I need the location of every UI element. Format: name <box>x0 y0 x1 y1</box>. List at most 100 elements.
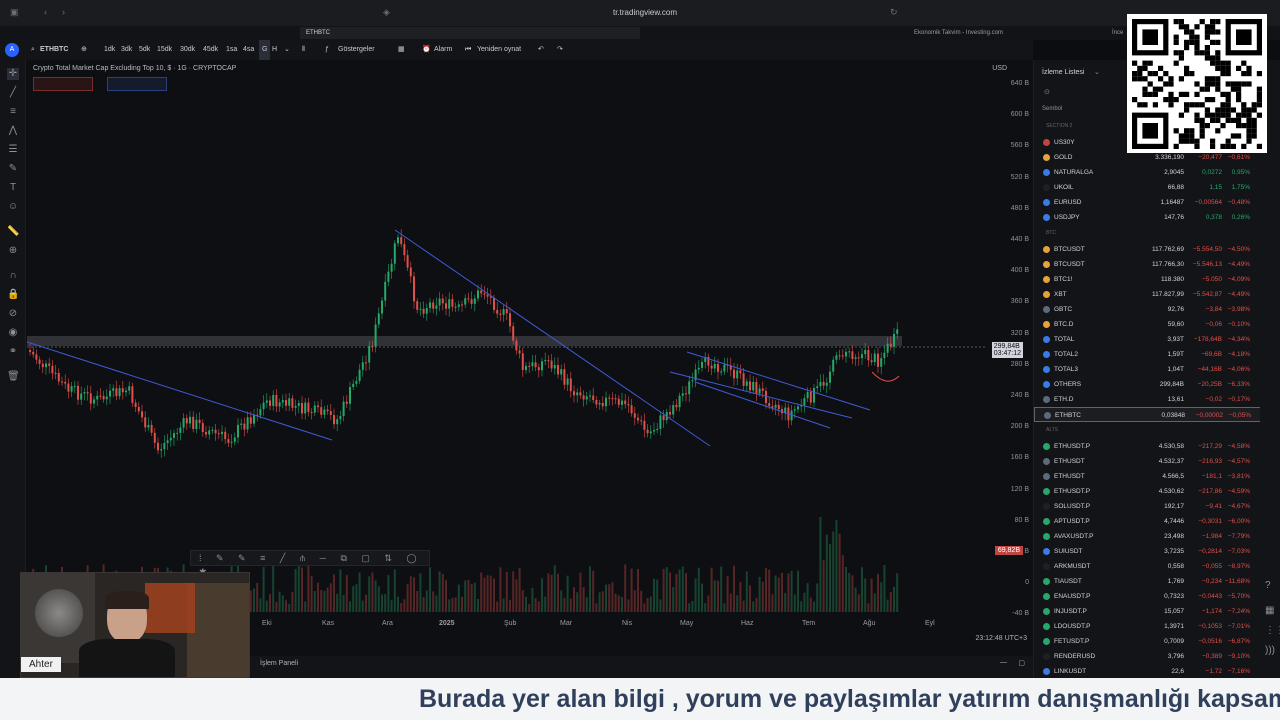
user-avatar[interactable]: A <box>5 43 19 57</box>
replay-button[interactable]: Yeniden oynat <box>477 40 521 60</box>
watchlist-row-ethusdt[interactable]: ETHUSDT 4.532,37 −216,93 −4,57% <box>1034 454 1261 469</box>
interval-1sa[interactable]: 1sa <box>226 40 237 60</box>
text-icon[interactable]: T <box>7 182 19 194</box>
watchlist-row-btc-d[interactable]: BTC.D 59,60 −0,06 −0,10% <box>1034 317 1261 332</box>
emoji-icon[interactable]: ☺ <box>7 201 19 213</box>
watchlist-options-icon[interactable]: ⊙ <box>1044 88 1050 96</box>
watchlist-row-ldousdt-p[interactable]: LDOUSDT.P 1,3971 −0,1053 −7,01% <box>1034 619 1261 634</box>
buy-box[interactable] <box>107 77 167 91</box>
symbol-label[interactable]: ETHBTC <box>40 40 68 60</box>
trading-panel-label[interactable]: İşlem Paneli <box>260 660 298 667</box>
minimize-icon[interactable]: — <box>1000 659 1007 666</box>
watchlist-row-ethbtc[interactable]: ETHBTC 0,03848 −0,00002 −0,05% <box>1034 407 1261 422</box>
watchlist-row-fetusdt-p[interactable]: FETUSDT.P 0,7009 −0,0516 −6,87% <box>1034 634 1261 649</box>
watchlist-row-enausdt-p[interactable]: ENAUSDT.P 0,7323 −0,0443 −5,70% <box>1034 589 1261 604</box>
fib-icon[interactable]: ≡ <box>7 106 19 118</box>
address-bar[interactable]: tr.tradingview.com <box>395 4 895 22</box>
sell-box[interactable] <box>33 77 93 91</box>
watchlist-row-suiusdt[interactable]: SUIUSDT 3,7235 −0,2814 −7,03% <box>1034 544 1261 559</box>
watchlist-dropdown-icon[interactable]: ⌄ <box>1094 68 1100 76</box>
price-axis[interactable]: USD 640 B 600 B 560 B 520 B 480 B 440 B 400 B 3… <box>987 60 1033 620</box>
interval-1dk[interactable]: 1dk <box>104 40 115 60</box>
link-icon[interactable]: ⚭ <box>7 346 19 358</box>
chart-pane[interactable]: Crypto Total Market Cap Excluding Top 10… <box>27 60 1033 656</box>
watchlist-row-eth-d[interactable]: ETH.D 13,61 −0,02 −0,17% <box>1034 392 1261 407</box>
watchlist-row-ukoil[interactable]: UKOIL 66,88 1,15 1,75% <box>1034 180 1261 195</box>
replay-icon[interactable]: ⏮ <box>465 40 471 60</box>
interval-G-active[interactable]: G <box>259 40 271 60</box>
interval-15dk[interactable]: 15dk <box>157 40 172 60</box>
watchlist-row-total3[interactable]: TOTAL3 1,04T −44,16B −4,06% <box>1034 362 1261 377</box>
undo-icon[interactable]: ↶ <box>538 40 544 60</box>
watchlist-row-ethusdt-p[interactable]: ETHUSDT.P 4.530,58 −217,29 −4,58% <box>1034 439 1261 454</box>
watchlist-section-header[interactable]: BTC <box>1046 230 1056 236</box>
watchlist-row-xbt[interactable]: XBT 117.827,99 −5.542,87 −4,49% <box>1034 287 1261 302</box>
sidebar-toggle-icon[interactable]: ▣ <box>10 7 19 18</box>
interval-30dk[interactable]: 30dk <box>180 40 195 60</box>
watchlist-title[interactable]: İzleme Listesi <box>1042 69 1084 76</box>
watchlist-row-total2[interactable]: TOTAL2 1,59T −69,6B −4,18% <box>1034 347 1261 362</box>
ruler-icon[interactable]: 📏 <box>7 226 19 238</box>
watchlist-row-ethusdt[interactable]: ETHUSDT 4.566,5 −181,1 −3,81% <box>1034 469 1261 484</box>
indicators-button[interactable]: Göstergeler <box>338 40 375 60</box>
watchlist-row-btcusdt[interactable]: BTCUSDT 117.762,69 −5.554,50 −4,50% <box>1034 242 1261 257</box>
watchlist-row-naturalga[interactable]: NATURALGA 2,9045 0,0272 0,95% <box>1034 165 1261 180</box>
interval-H[interactable]: H <box>272 40 277 60</box>
watchlist-row-linkusdt[interactable]: LINKUSDT 22,6 −1,72 −7,16% <box>1034 664 1261 679</box>
projection-icon[interactable]: ☰ <box>7 144 19 156</box>
candle-style-icon[interactable]: ⫴ <box>302 40 305 60</box>
watchlist-row-solusdt-p[interactable]: SOLUSDT.P 192,17 −9,41 −4,67% <box>1034 499 1261 514</box>
layouts-icon[interactable]: ▦ <box>398 40 405 60</box>
interval-3dk[interactable]: 3dk <box>121 40 132 60</box>
watchlist-row-avaxusdt-p[interactable]: AVAXUSDT.P 23,498 −1,984 −7,79% <box>1034 529 1261 544</box>
currency-label[interactable]: USD <box>992 65 1007 72</box>
maximize-icon[interactable]: ▢ <box>1018 659 1025 667</box>
magnet-icon[interactable]: ∩ <box>7 270 19 282</box>
forward-icon[interactable]: › <box>62 7 65 17</box>
tab-economic-calendar[interactable]: Ekonomik Takvim - Investing.com <box>908 27 1128 39</box>
tab-ethbtc[interactable]: ETHBTC <box>300 27 640 39</box>
watchlist-row-ethusdt-p[interactable]: ETHUSDT.P 4.530,62 −217,86 −4,59% <box>1034 484 1261 499</box>
symbol-search-icon[interactable]: ⌕ <box>31 40 35 60</box>
alarm-button[interactable]: Alarm <box>434 40 452 60</box>
watchlist-row-eurusd[interactable]: EURUSD 1,16487 −0,00564 −0,48% <box>1034 195 1261 210</box>
watchlist-row-tiausdt[interactable]: TIAUSDT 1,769 −0,234 −11,68% <box>1034 574 1261 589</box>
watchlist-row-aptusdt-p[interactable]: APTUSDT.P 4,7446 −0,3031 −6,00% <box>1034 514 1261 529</box>
help-icon[interactable]: ? <box>1265 580 1271 591</box>
price-chart[interactable] <box>27 60 987 620</box>
eye-icon[interactable]: ◉ <box>7 327 19 339</box>
compare-add-icon[interactable]: ⊕ <box>81 40 87 60</box>
interval-5dk[interactable]: 5dk <box>139 40 150 60</box>
crosshair-icon[interactable]: ✛ <box>7 68 19 80</box>
indicators-icon[interactable]: ƒ <box>325 40 329 60</box>
chart-title[interactable]: Crypto Total Market Cap Excluding Top 10… <box>33 65 236 72</box>
broadcast-icon[interactable]: ))) <box>1265 645 1275 656</box>
watchlist-section-header[interactable]: ALTS <box>1046 427 1058 433</box>
watchlist-row-usdjpy[interactable]: USDJPY 147,76 0,378 0,26% <box>1034 210 1261 225</box>
watchlist-row-total[interactable]: TOTAL 3,93T −178,64B −4,34% <box>1034 332 1261 347</box>
pattern-icon[interactable]: ⋀ <box>7 125 19 137</box>
brush-icon[interactable]: ✎ <box>7 163 19 175</box>
watchlist-row-gbtc[interactable]: GBTC 92,76 −3,84 −3,98% <box>1034 302 1261 317</box>
watchlist-row-injusdt-p[interactable]: INJUSDT.P 15,057 −1,174 −7,24% <box>1034 604 1261 619</box>
back-icon[interactable]: ‹ <box>44 7 47 17</box>
apps-icon[interactable]: ⋮⋮ <box>1265 625 1280 636</box>
watchlist-row-btcusdt[interactable]: BTCUSDT 117.766,30 −5.546,13 −4,49% <box>1034 257 1261 272</box>
column-header-symbol[interactable]: Sembol <box>1042 106 1062 112</box>
lock-drawings-icon[interactable]: ⊘ <box>7 308 19 320</box>
interval-dropdown-icon[interactable]: ⌄ <box>284 40 290 60</box>
watchlist-section-header[interactable]: SECTION 2 <box>1046 123 1072 129</box>
interval-45dk[interactable]: 45dk <box>203 40 218 60</box>
watchlist-row-others[interactable]: OTHERS 299,84B −20,25B −6,33% <box>1034 377 1261 392</box>
alarm-icon[interactable]: ⏰ <box>422 40 431 60</box>
lock-icon[interactable]: 🔒 <box>7 289 19 301</box>
watchlist-row-btc1-[interactable]: BTC1! 118.380 −5.050 −4,09% <box>1034 272 1261 287</box>
trendline-icon[interactable]: ╱ <box>7 87 19 99</box>
floating-drawing-toolbar[interactable]: ⁞ ✎ ✎ ≡ ╱ ⫛ ─ ⧉ ▢ ⇅ ◯ ✱ <box>190 550 430 577</box>
watchlist-row-arkmusdt[interactable]: ARKMUSDT 0,558 −0,055 −8,97% <box>1034 559 1261 574</box>
interval-4sa[interactable]: 4sa <box>243 40 254 60</box>
utc-clock[interactable]: 23:12:48 UTC+3 <box>975 635 1027 642</box>
zoom-icon[interactable]: ⊕ <box>7 245 19 257</box>
reload-icon[interactable]: ↻ <box>890 7 898 18</box>
grid-icon[interactable]: ▦ <box>1265 605 1274 616</box>
